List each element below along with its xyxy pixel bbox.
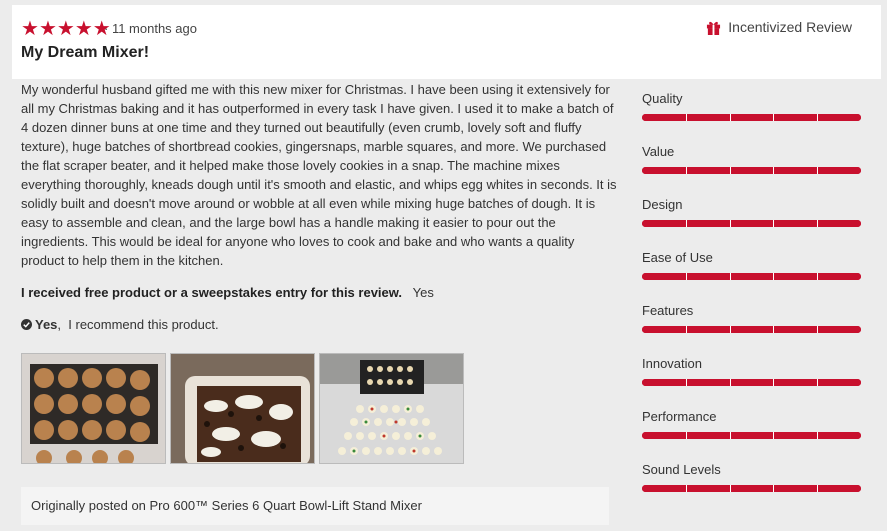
star-icon: ★ <box>38 18 57 40</box>
rating-bar-divider <box>817 432 819 439</box>
rating-bar-divider <box>729 220 731 227</box>
rating-features: Features <box>642 303 862 356</box>
check-circle-icon <box>21 319 32 330</box>
ratings-panel: Quality Value Design Ease of Use Features Inn… <box>642 91 862 515</box>
rating-bar-divider <box>817 379 819 386</box>
review-photo-gingersnaps[interactable] <box>21 353 166 464</box>
rating-label: Features <box>642 303 694 318</box>
review-photo-marble-squares[interactable] <box>170 353 315 464</box>
rating-sound-levels: Sound Levels <box>642 462 862 515</box>
rating-bar-divider <box>773 379 775 386</box>
rating-bar-fill <box>642 379 861 386</box>
recommend-text: I recommend this product. <box>68 317 219 332</box>
rating-bar-fill <box>642 167 861 174</box>
rating-bar-divider <box>773 485 775 492</box>
review-title: My Dream Mixer! <box>21 44 150 61</box>
review-time: · 11 months ago <box>104 21 197 36</box>
rating-label: Performance <box>642 409 717 424</box>
rating-bar <box>642 432 861 439</box>
rating-bar-fill <box>642 326 861 333</box>
star-rating: ★ ★ ★ ★ ★ <box>21 19 111 39</box>
rating-quality: Quality <box>642 91 862 144</box>
rating-bar-divider <box>817 167 819 174</box>
rating-bar-fill <box>642 273 861 280</box>
gift-icon <box>707 21 721 35</box>
rating-bar-divider <box>685 485 687 492</box>
rating-bar-divider <box>773 220 775 227</box>
rating-label: Quality <box>642 91 683 106</box>
rating-bar-divider <box>685 273 687 280</box>
review-photos <box>21 353 464 464</box>
rating-ease-of-use: Ease of Use <box>642 250 862 303</box>
rating-bar <box>642 379 861 386</box>
rating-bar-divider <box>817 326 819 333</box>
disclosure: I received free product or a sweepstakes… <box>21 285 434 300</box>
rating-bar-divider <box>685 114 687 121</box>
origin-text: Originally posted on Pro 600™ Series 6 Q… <box>31 498 422 513</box>
incentivized-label: Incentivized Review <box>728 19 852 35</box>
star-icon: ★ <box>74 18 93 40</box>
rating-bar-divider <box>817 273 819 280</box>
rating-bar-fill <box>642 485 861 492</box>
rating-bar-divider <box>817 220 819 227</box>
rating-bar-divider <box>685 379 687 386</box>
rating-bar-divider <box>773 273 775 280</box>
origin-note: Originally posted on Pro 600™ Series 6 Q… <box>21 487 609 525</box>
rating-bar-divider <box>729 167 731 174</box>
rating-label: Design <box>642 197 683 212</box>
rating-bar-divider <box>729 114 731 121</box>
rating-bar-divider <box>773 114 775 121</box>
rating-bar-fill <box>642 220 861 227</box>
rating-label: Sound Levels <box>642 462 721 477</box>
rating-bar <box>642 485 861 492</box>
disclosure-label: I received free product or a sweepstakes… <box>21 285 403 300</box>
rating-bar-divider <box>685 167 687 174</box>
rating-bar <box>642 326 861 333</box>
star-icon: ★ <box>56 18 75 40</box>
review-body: My wonderful husband gifted me with this… <box>21 82 617 268</box>
rating-label: Ease of Use <box>642 250 713 265</box>
rating-bar-divider <box>685 220 687 227</box>
rating-bar-divider <box>685 326 687 333</box>
rating-bar-divider <box>773 167 775 174</box>
rating-bar-divider <box>817 114 819 121</box>
rating-value: Value <box>642 144 862 197</box>
rating-bar-fill <box>642 114 861 121</box>
star-icon: ★ <box>21 18 39 40</box>
rating-design: Design <box>642 197 862 250</box>
disclosure-value: Yes <box>412 285 434 300</box>
rating-bar-divider <box>729 379 731 386</box>
rating-bar-fill <box>642 432 861 439</box>
review-header: ★ ★ ★ ★ ★ · 11 months ago My Dream Mixer… <box>12 5 881 79</box>
rating-bar-divider <box>729 432 731 439</box>
rating-bar <box>642 220 861 227</box>
review-photo-shortbread[interactable] <box>319 353 464 464</box>
recommend-yes: Yes <box>35 317 58 332</box>
rating-performance: Performance <box>642 409 862 462</box>
rating-bar-divider <box>729 326 731 333</box>
rating-innovation: Innovation <box>642 356 862 409</box>
rating-bar-divider <box>729 273 731 280</box>
rating-bar-divider <box>773 432 775 439</box>
recommend-line: Yes, I recommend this product. <box>21 317 219 332</box>
rating-label: Innovation <box>642 356 702 371</box>
rating-bar <box>642 114 861 121</box>
rating-bar <box>642 273 861 280</box>
rating-label: Value <box>642 144 675 159</box>
incentivized-badge: Incentivized Review <box>706 19 852 35</box>
rating-bar-divider <box>729 485 731 492</box>
rating-bar <box>642 167 861 174</box>
rating-bar-divider <box>685 432 687 439</box>
rating-bar-divider <box>817 485 819 492</box>
rating-bar-divider <box>773 326 775 333</box>
